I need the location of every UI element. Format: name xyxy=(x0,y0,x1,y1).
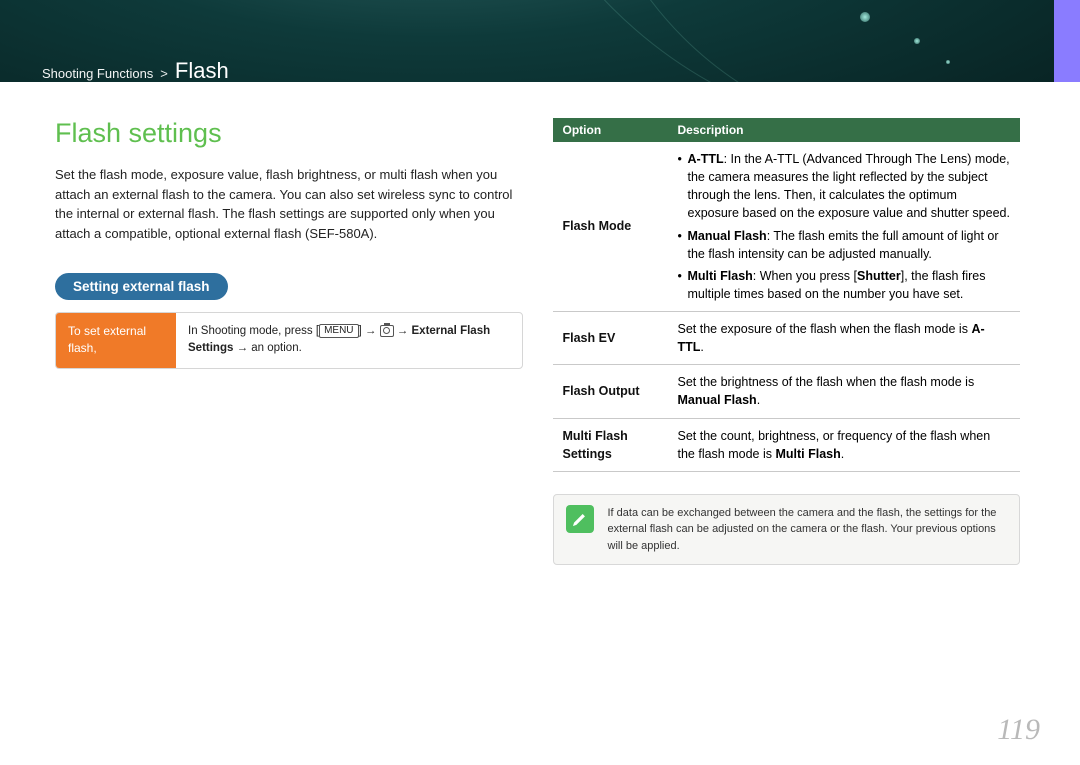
table-row: Flash Mode A-TTL: In the A-TTL (Advanced… xyxy=(553,142,1021,312)
option-name: Flash Output xyxy=(553,365,668,418)
right-column: Option Description Flash Mode A-TTL: In … xyxy=(553,118,1021,565)
breadcrumb: Shooting Functions > Flash xyxy=(42,58,229,84)
camera-icon xyxy=(380,325,394,337)
instruction-box: To set external flash, In Shooting mode,… xyxy=(55,312,523,369)
left-column: Flash settings Set the flash mode, expos… xyxy=(55,118,523,565)
section-color-tab xyxy=(1054,0,1080,82)
breadcrumb-section: Flash xyxy=(175,58,229,84)
note-box: If data can be exchanged between the cam… xyxy=(553,494,1021,566)
page-title: Flash settings xyxy=(55,118,523,149)
option-name: Flash EV xyxy=(553,312,668,365)
breadcrumb-separator: > xyxy=(160,66,168,81)
table-header-option: Option xyxy=(553,118,668,142)
option-description: Set the brightness of the flash when the… xyxy=(668,365,1021,418)
subsection-heading: Setting external flash xyxy=(55,273,228,300)
breadcrumb-chapter: Shooting Functions xyxy=(42,66,153,81)
option-description: Set the exposure of the flash when the f… xyxy=(668,312,1021,365)
instruction-label: To set external flash, xyxy=(56,313,176,368)
options-table: Option Description Flash Mode A-TTL: In … xyxy=(553,118,1021,472)
table-row: Flash EV Set the exposure of the flash w… xyxy=(553,312,1021,365)
option-name: Multi Flash Settings xyxy=(553,418,668,471)
menu-button-glyph: MENU xyxy=(319,324,358,338)
page-number: 119 xyxy=(997,713,1040,747)
option-name: Flash Mode xyxy=(553,142,668,312)
table-row: Flash Output Set the brightness of the f… xyxy=(553,365,1021,418)
intro-paragraph: Set the flash mode, exposure value, flas… xyxy=(55,165,523,243)
note-text: If data can be exchanged between the cam… xyxy=(608,505,1008,555)
option-description: A-TTL: In the A-TTL (Advanced Through Th… xyxy=(668,142,1021,312)
instruction-steps: In Shooting mode, press [MENU] → → Exter… xyxy=(176,313,522,368)
table-header-description: Description xyxy=(668,118,1021,142)
table-row: Multi Flash Settings Set the count, brig… xyxy=(553,418,1021,471)
pencil-note-icon xyxy=(566,505,594,533)
option-description: Set the count, brightness, or frequency … xyxy=(668,418,1021,471)
